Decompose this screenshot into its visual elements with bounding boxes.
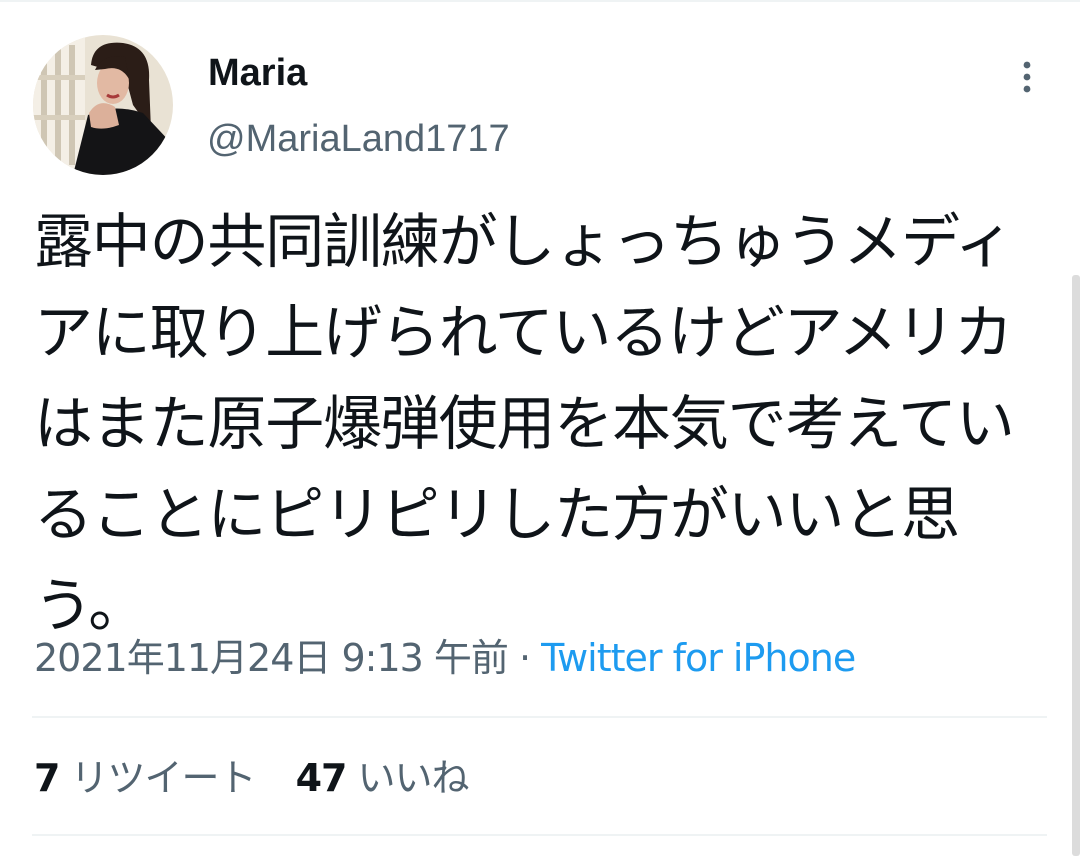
divider [32,834,1047,836]
retweets-stat[interactable]: 7 リツイート [34,756,257,800]
more-vertical-icon[interactable] [1012,58,1042,98]
display-name[interactable]: Maria [208,50,307,96]
meta-separator: · [507,636,542,680]
likes-count: 47 [295,756,348,800]
likes-stat[interactable]: 47 いいね [295,756,470,800]
retweets-label: リツイート [70,756,257,800]
tweet-meta: 2021年11月24日 9:13 午前 · Twitter for iPhone [34,632,856,684]
tweet-source[interactable]: Twitter for iPhone [541,636,856,680]
tweet-timestamp[interactable]: 2021年11月24日 9:13 午前 [34,636,509,680]
divider [32,716,1047,718]
avatar[interactable] [33,35,173,175]
user-handle[interactable]: @MariaLand1717 [207,116,510,162]
likes-label: いいね [357,756,470,800]
top-divider [0,0,1080,2]
scrollbar[interactable] [1072,275,1080,856]
tweet-stats: 7 リツイート 47 いいね [34,752,470,804]
retweets-count: 7 [34,756,60,800]
tweet-text: 露中の共同訓練がしょっちゅうメディアに取り上げられているけどアメリカはまた原子爆… [34,207,1015,640]
